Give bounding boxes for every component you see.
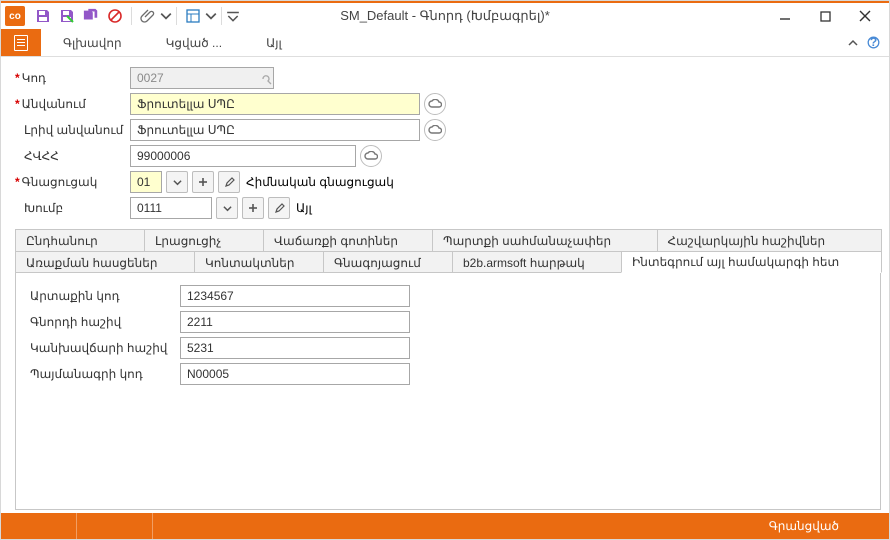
- group-add-button[interactable]: [242, 197, 264, 219]
- buyer-acc-label: Գնորդի հաշիվ: [30, 315, 180, 329]
- group-name: Այլ: [296, 201, 312, 215]
- minimize-button[interactable]: [765, 3, 805, 29]
- code-input: [130, 67, 274, 89]
- tab-debtlimits[interactable]: Պարտքի սահմանաչափեր: [432, 229, 658, 251]
- pricelist-label-text: Գնացուցակ: [22, 175, 98, 189]
- status-text: Գրանցված: [769, 519, 839, 533]
- toolbar-separator: [176, 7, 177, 25]
- pricelist-label: *Գնացուցակ: [15, 175, 130, 189]
- fullname-label: Լրիվ անվանում: [15, 123, 130, 137]
- ext-code-input[interactable]: [180, 285, 410, 307]
- customize-quick-access[interactable]: [226, 5, 240, 27]
- status-segment-1: [1, 513, 77, 539]
- svg-text:?: ?: [869, 36, 876, 49]
- form-button[interactable]: [181, 5, 205, 27]
- menubar: Գլխավոր Կցված ... Այլ ?: [1, 29, 889, 57]
- titlebar: co: [1, 1, 889, 29]
- statusbar: Գրանցված: [1, 513, 889, 539]
- close-button[interactable]: [845, 3, 885, 29]
- buyer-acc-input[interactable]: [180, 311, 410, 333]
- window-title: SM_Default - Գնորդ (Խմբագրել)*: [340, 8, 550, 24]
- status-segment-2: [77, 513, 153, 539]
- help-icon[interactable]: ?: [865, 35, 881, 51]
- tab-row-1: Ընդհանուր Լրացուցիչ Վաճառքի գոտիներ Պարտ…: [15, 229, 881, 251]
- fullname-cloud-button[interactable]: [424, 119, 446, 141]
- quick-toolbar: [31, 5, 240, 27]
- prepay-acc-input[interactable]: [180, 337, 410, 359]
- tax-label-text: ՀՎՀՀ: [24, 149, 59, 163]
- name-cloud-button[interactable]: [424, 93, 446, 115]
- tab-addresses[interactable]: Առաքման հասցեներ: [15, 251, 195, 273]
- ext-code-label: Արտաքին կոդ: [30, 289, 180, 303]
- tab-salezones[interactable]: Վաճառքի գոտիներ: [263, 229, 433, 251]
- tax-label: ՀՎՀՀ: [15, 149, 130, 163]
- group-label: Խումբ: [15, 201, 130, 215]
- tab-additional[interactable]: Լրացուցիչ: [144, 229, 264, 251]
- code-label-text: Կոդ: [22, 71, 46, 85]
- header-form: *Կոդ *Անվանում Լրիվ անվանում ՀՎՀՀ *Գնացո…: [1, 57, 889, 225]
- pricelist-add-button[interactable]: [192, 171, 214, 193]
- group-label-text: Խումբ: [24, 201, 63, 215]
- pricelist-name: Հիմնական գնացուցակ: [246, 175, 394, 189]
- contract-label: Պայմանագրի կոդ: [30, 367, 180, 381]
- pricelist-dropdown-button[interactable]: [166, 171, 188, 193]
- tab-general[interactable]: Ընդհանուր: [15, 229, 145, 251]
- fullname-label-text: Լրիվ անվանում: [24, 123, 123, 137]
- save-close-button[interactable]: [55, 5, 79, 27]
- tab-integration[interactable]: Ինտեգրում այլ համակարգի հետ: [621, 251, 882, 273]
- tab-contacts[interactable]: Կոնտակտներ: [194, 251, 324, 273]
- tab-pricing[interactable]: Գնագոյացում: [323, 251, 453, 273]
- window-controls: [765, 3, 885, 29]
- tax-input[interactable]: [130, 145, 356, 167]
- code-lookup-button[interactable]: [255, 67, 277, 89]
- group-code-input[interactable]: [130, 197, 212, 219]
- name-label-text: Անվանում: [22, 97, 86, 111]
- fullname-input[interactable]: [130, 119, 420, 141]
- tab-container: Ընդհանուր Լրացուցիչ Վաճառքի գոտիներ Պարտ…: [15, 229, 881, 273]
- tax-cloud-button[interactable]: [360, 145, 382, 167]
- menu-attached[interactable]: Կցված ...: [144, 29, 244, 56]
- group-edit-button[interactable]: [268, 197, 290, 219]
- tab-accounts[interactable]: Հաշվարկային հաշիվներ: [657, 229, 883, 251]
- tab-panel-integration: Արտաքին կոդ Գնորդի հաշիվ Կանխավճարի հաշի…: [15, 272, 881, 510]
- collapse-ribbon-icon[interactable]: [845, 35, 861, 51]
- menu-main[interactable]: Գլխավոր: [41, 29, 144, 56]
- attach-button[interactable]: [136, 5, 160, 27]
- toolbar-separator: [131, 7, 132, 25]
- attach-dropdown[interactable]: [160, 5, 172, 27]
- name-label: *Անվանում: [15, 97, 130, 111]
- pricelist-edit-button[interactable]: [218, 171, 240, 193]
- prepay-acc-label: Կանխավճարի հաշիվ: [30, 341, 180, 355]
- tab-b2b[interactable]: b2b.armsoft հարթակ: [452, 251, 622, 273]
- save-button[interactable]: [31, 5, 55, 27]
- cancel-button[interactable]: [103, 5, 127, 27]
- code-label: *Կոդ: [15, 71, 130, 85]
- group-dropdown-button[interactable]: [216, 197, 238, 219]
- toolbar-separator: [221, 7, 222, 25]
- tab-row-2: Առաքման հասցեներ Կոնտակտներ Գնագոյացում …: [15, 251, 881, 273]
- sheet-icon: [14, 35, 28, 51]
- contract-input[interactable]: [180, 363, 410, 385]
- name-input[interactable]: [130, 93, 420, 115]
- maximize-button[interactable]: [805, 3, 845, 29]
- app-icon: co: [5, 6, 25, 26]
- menu-other[interactable]: Այլ: [244, 29, 304, 56]
- form-dropdown[interactable]: [205, 5, 217, 27]
- ribbon-controls: ?: [845, 29, 889, 56]
- save-all-button[interactable]: [79, 5, 103, 27]
- file-menu-button[interactable]: [1, 29, 41, 56]
- pricelist-code-input[interactable]: [130, 171, 162, 193]
- app-window: co: [0, 0, 890, 540]
